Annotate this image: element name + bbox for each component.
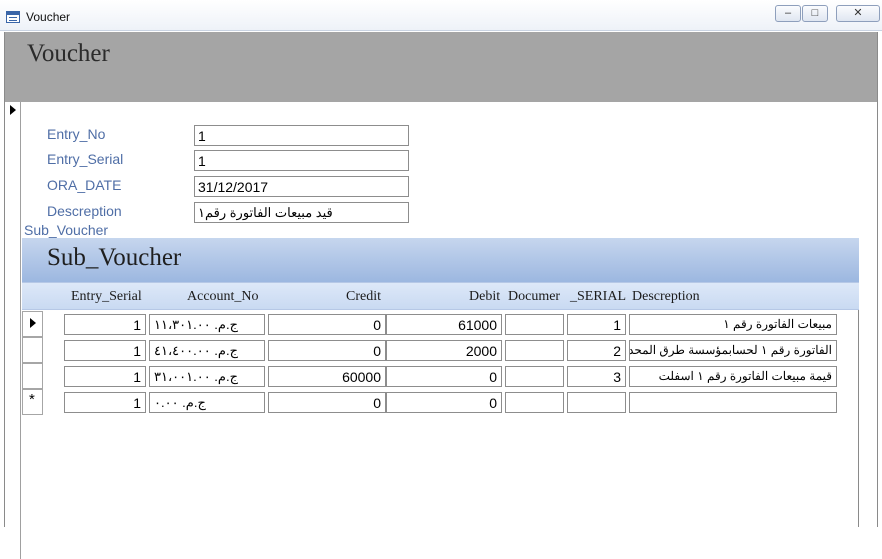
entry-no-label: Entry_No <box>47 126 106 142</box>
entry-no-field[interactable]: 1 <box>194 125 409 146</box>
credit-cell[interactable]: 0 <box>268 392 386 413</box>
serial-cell[interactable]: 3 <box>567 366 626 387</box>
new-record-star-icon: * <box>29 391 35 408</box>
ora-date-label: ORA_DATE <box>47 177 122 193</box>
entry-serial-label: Entry_Serial <box>47 151 124 167</box>
descreption-cell[interactable]: مبيعات الفاتورة رقم ١ <box>629 314 837 335</box>
debit-cell[interactable]: 2000 <box>386 340 502 361</box>
serial-cell[interactable]: 2 <box>567 340 626 361</box>
current-row-arrow-icon <box>30 318 36 328</box>
col-credit: Credit <box>346 289 381 304</box>
document-cell[interactable] <box>505 366 564 387</box>
credit-cell[interactable]: 60000 <box>268 366 386 387</box>
serial-cell[interactable] <box>567 392 626 413</box>
maximize-button[interactable]: □ <box>802 5 828 22</box>
form-header: Voucher <box>5 32 877 102</box>
debit-cell[interactable]: 61000 <box>386 314 502 335</box>
ora-date-field[interactable]: 31/12/2017 <box>194 176 409 197</box>
col-debit: Debit <box>469 289 501 304</box>
window-titlebar: Voucher – □ ✕ <box>0 0 882 31</box>
row-selector[interactable] <box>22 337 43 363</box>
current-record-arrow-icon <box>10 105 16 115</box>
col-account-no: Account_No <box>187 289 259 304</box>
entry-serial-cell[interactable]: 1 <box>64 392 146 413</box>
entry-serial-cell[interactable]: 1 <box>64 340 146 361</box>
debit-cell[interactable]: 0 <box>386 366 502 387</box>
descreption-cell[interactable] <box>629 392 837 413</box>
col-document: Documer <box>508 289 561 304</box>
subform-header: Sub_Voucher <box>22 238 859 282</box>
form-icon <box>6 11 20 23</box>
subform-title: Sub_Voucher <box>47 244 182 271</box>
voucher-form: Voucher Entry_No 1 Entry_Serial 1 ORA_DA… <box>4 32 878 559</box>
descreption-cell[interactable]: الفاتورة رقم ١ لحسابمؤسسة طرق المحدوة <box>629 340 837 361</box>
credit-cell[interactable]: 0 <box>268 314 386 335</box>
document-cell[interactable] <box>505 392 564 413</box>
new-record-selector[interactable]: * <box>22 389 43 415</box>
account-no-cell[interactable]: ج.م. ٠.٠٠ <box>149 392 265 413</box>
credit-cell[interactable]: 0 <box>268 340 386 361</box>
entry-serial-field[interactable]: 1 <box>194 150 409 171</box>
col-descreption: Descreption <box>632 289 700 304</box>
account-no-cell[interactable]: ج.م. ٤١،٤٠٠.٠٠ <box>149 340 265 361</box>
document-cell[interactable] <box>505 314 564 335</box>
entry-serial-cell[interactable]: 1 <box>64 314 146 335</box>
col-entry-serial: Entry_Serial <box>71 289 142 304</box>
record-selector[interactable] <box>5 102 21 559</box>
descreption-cell[interactable]: قيمة مبيعات الفاتورة رقم ١ اسفلت <box>629 366 837 387</box>
column-header-bar: Entry_Serial Account_No Credit Debit Doc… <box>22 282 859 310</box>
entry-serial-cell[interactable]: 1 <box>64 366 146 387</box>
sub-voucher-label: Sub_Voucher <box>24 222 109 238</box>
row-selector[interactable] <box>22 311 43 337</box>
row-selector[interactable] <box>22 363 43 389</box>
serial-cell[interactable]: 1 <box>567 314 626 335</box>
col-serial: _SERIAL <box>570 289 626 304</box>
window-title: Voucher <box>26 10 71 24</box>
account-no-cell[interactable]: ج.م. ٣١،٠٠١.٠٠ <box>149 366 265 387</box>
minimize-button[interactable]: – <box>775 5 801 22</box>
close-button[interactable]: ✕ <box>836 5 880 22</box>
sub-voucher-subform: Sub_Voucher Entry_Serial Account_No Cred… <box>22 238 859 527</box>
document-cell[interactable] <box>505 340 564 361</box>
descreption-field[interactable]: قيد مبيعات الفاتورة رقم١ <box>194 202 409 223</box>
descreption-label: Descreption <box>47 203 122 219</box>
debit-cell[interactable]: 0 <box>386 392 502 413</box>
form-title: Voucher <box>27 40 110 67</box>
account-no-cell[interactable]: ج.م. ١١،٣٠١.٠٠ <box>149 314 265 335</box>
